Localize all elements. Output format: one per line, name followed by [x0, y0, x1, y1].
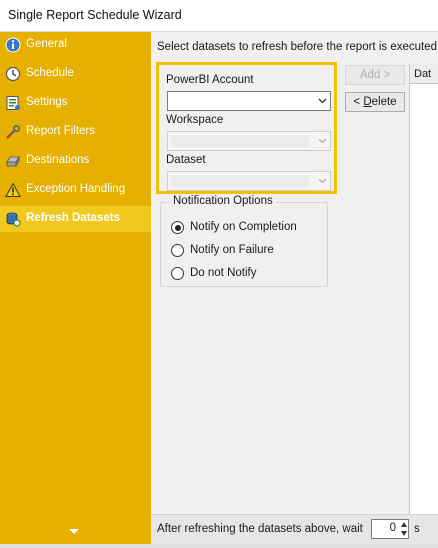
powerbi-account-dropdown[interactable] [167, 91, 331, 111]
drive-icon [6, 155, 20, 168]
window-bottom-edge [0, 544, 438, 548]
dataset-selection-box: PowerBI Account Workspace Dataset [156, 62, 337, 194]
delete-button-accelerator: D [363, 96, 372, 108]
list-column-header[interactable]: Dat [410, 64, 438, 84]
radio-selected-icon [171, 221, 184, 234]
radio-unselected-icon [171, 267, 184, 280]
sidebar-scroll-down-icon[interactable] [69, 529, 79, 534]
wait-label: After refreshing the datasets above, wai… [157, 523, 363, 535]
chevron-down-icon [318, 178, 327, 184]
sidebar-item-label: Refresh Datasets [26, 212, 120, 224]
radio-label: Notify on Failure [190, 244, 274, 256]
delete-button-prefix: < [353, 96, 364, 108]
workspace-value [171, 135, 310, 147]
dataset-value [171, 175, 310, 187]
sidebar-item-refresh-datasets[interactable]: Refresh Datasets [0, 206, 151, 232]
delete-dataset-button[interactable]: < Delete [345, 92, 405, 112]
sidebar-item-destinations[interactable]: Destinations [0, 148, 151, 174]
sidebar-item-exception-handling[interactable]: Exception Handling [0, 177, 151, 203]
wait-seconds-stepper[interactable]: 0 [371, 519, 409, 539]
page-instruction: Select datasets to refresh before the re… [157, 41, 437, 53]
radio-notify-on-failure[interactable]: Notify on Failure [171, 242, 321, 260]
chevron-down-icon [318, 98, 327, 104]
stepper-down-icon[interactable] [401, 531, 407, 536]
workspace-label: Workspace [166, 114, 224, 126]
sidebar-item-label: Settings [26, 96, 68, 108]
radio-unselected-icon [171, 244, 184, 257]
wait-settings-bar: After refreshing the datasets above, wai… [151, 514, 438, 544]
dataset-label: Dataset [166, 154, 206, 166]
sidebar-item-settings[interactable]: Settings [0, 90, 151, 116]
sidebar-item-general[interactable]: General [0, 32, 151, 58]
title-bar: Single Report Schedule Wizard [0, 0, 438, 32]
stepper-up-icon[interactable] [401, 522, 407, 527]
workspace-dropdown[interactable] [167, 131, 331, 151]
sidebar-item-label: Exception Handling [26, 183, 126, 195]
add-dataset-button[interactable]: Add > [345, 65, 405, 85]
sidebar-item-report-filters[interactable]: Report Filters [0, 119, 151, 145]
delete-button-rest: elete [371, 96, 397, 108]
wrench-icon [6, 125, 20, 139]
sidebar-item-label: Schedule [26, 67, 74, 79]
chevron-down-icon [318, 138, 327, 144]
refresh-datasets-page: Select datasets to refresh before the re… [151, 32, 438, 544]
sidebar-item-label: Destinations [26, 154, 90, 166]
radio-do-not-notify[interactable]: Do not Notify [171, 265, 321, 283]
sidebar-item-schedule[interactable]: Schedule [0, 61, 151, 87]
selected-datasets-list[interactable]: Dat [409, 64, 438, 534]
settings-list-icon [6, 96, 20, 110]
notification-options-title: Notification Options [170, 195, 276, 207]
radio-label: Do not Notify [190, 267, 257, 279]
window-title: Single Report Schedule Wizard [8, 8, 182, 22]
dataset-dropdown[interactable] [167, 171, 331, 191]
notification-options-group: Notification Options Notify on Completio… [160, 195, 328, 287]
powerbi-account-label: PowerBI Account [166, 74, 254, 86]
wait-seconds-value: 0 [389, 522, 396, 534]
wait-unit-label: s [414, 523, 420, 535]
clock-icon [5, 66, 21, 82]
radio-notify-on-completion[interactable]: Notify on Completion [171, 219, 321, 237]
database-refresh-icon [6, 212, 21, 227]
sidebar-item-label: Report Filters [26, 125, 96, 137]
sidebar-item-label: General [26, 38, 67, 50]
wizard-sidebar: General Schedule Settings Report Filters… [0, 32, 151, 544]
radio-label: Notify on Completion [190, 221, 297, 233]
info-icon [5, 37, 21, 53]
warning-icon [5, 182, 21, 197]
